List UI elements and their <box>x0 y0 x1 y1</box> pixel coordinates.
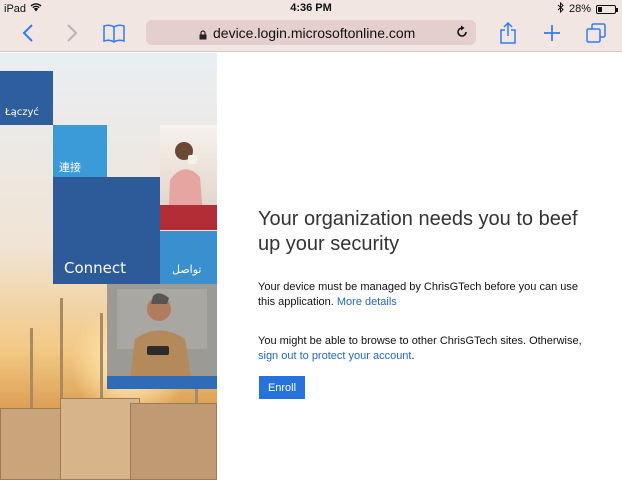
status-right: 28% <box>557 1 618 16</box>
device-managed-text: Your device must be managed by ChrisGTec… <box>258 281 578 308</box>
status-time: 4:36 PM <box>290 2 332 14</box>
enroll-button[interactable]: Enroll <box>259 376 305 399</box>
book-icon <box>103 24 125 43</box>
tile-chinese: 連接 <box>53 125 107 177</box>
tabs-icon <box>586 23 606 43</box>
house-roofs <box>130 403 217 480</box>
share-icon <box>500 22 516 44</box>
forward-button[interactable] <box>64 21 80 45</box>
page-title: Your organization needs you to beef up y… <box>258 208 578 255</box>
hero-illustration: Łączyć 連接 Connect تواصل <box>0 53 217 480</box>
status-bar: iPad 4:36 PM 28% <box>0 0 622 16</box>
tile-polish: Łączyć <box>0 71 53 125</box>
photo-woman-with-cup <box>160 125 217 230</box>
bluetooth-icon <box>557 1 564 16</box>
photo-man-with-phone <box>107 284 217 389</box>
tabs-button[interactable] <box>585 21 607 45</box>
url-text: device.login.microsoftonline.com <box>213 25 416 41</box>
chevron-right-icon <box>67 24 78 42</box>
sign-out-suffix: . <box>411 350 415 362</box>
reload-icon[interactable] <box>456 25 468 41</box>
chevron-left-icon <box>22 24 33 42</box>
tile-chinese-label: 連接 <box>59 161 81 174</box>
battery-percent: 28% <box>568 3 591 15</box>
browser-toolbar: device.login.microsoftonline.com <box>0 16 622 52</box>
plus-icon <box>544 25 560 41</box>
browse-message: You might be able to browse to other Chr… <box>258 334 588 364</box>
house-roofs <box>60 398 140 480</box>
back-button[interactable] <box>20 21 36 45</box>
lock-icon <box>199 27 207 40</box>
bookmarks-button[interactable] <box>101 21 127 45</box>
browse-text: You might be able to browse to other Chr… <box>258 335 582 347</box>
battery-icon <box>596 4 618 14</box>
tile-arabic-label: تواصل <box>172 263 202 276</box>
main-content: Your organization needs you to beef up y… <box>217 53 622 480</box>
tile-polish-label: Łączyć <box>5 107 39 118</box>
more-details-link[interactable]: More details <box>337 296 397 308</box>
new-tab-button[interactable] <box>541 21 563 45</box>
share-button[interactable] <box>497 21 519 45</box>
tile-connect-label: Connect <box>64 259 127 277</box>
sign-out-link[interactable]: sign out to protect your account <box>258 350 411 362</box>
battery-fill <box>598 6 602 12</box>
device-managed-message: Your device must be managed by ChrisGTec… <box>258 280 588 310</box>
tile-connect: Connect <box>53 177 160 284</box>
address-bar[interactable]: device.login.microsoftonline.com <box>146 20 476 45</box>
tile-arabic: تواصل <box>160 231 217 284</box>
